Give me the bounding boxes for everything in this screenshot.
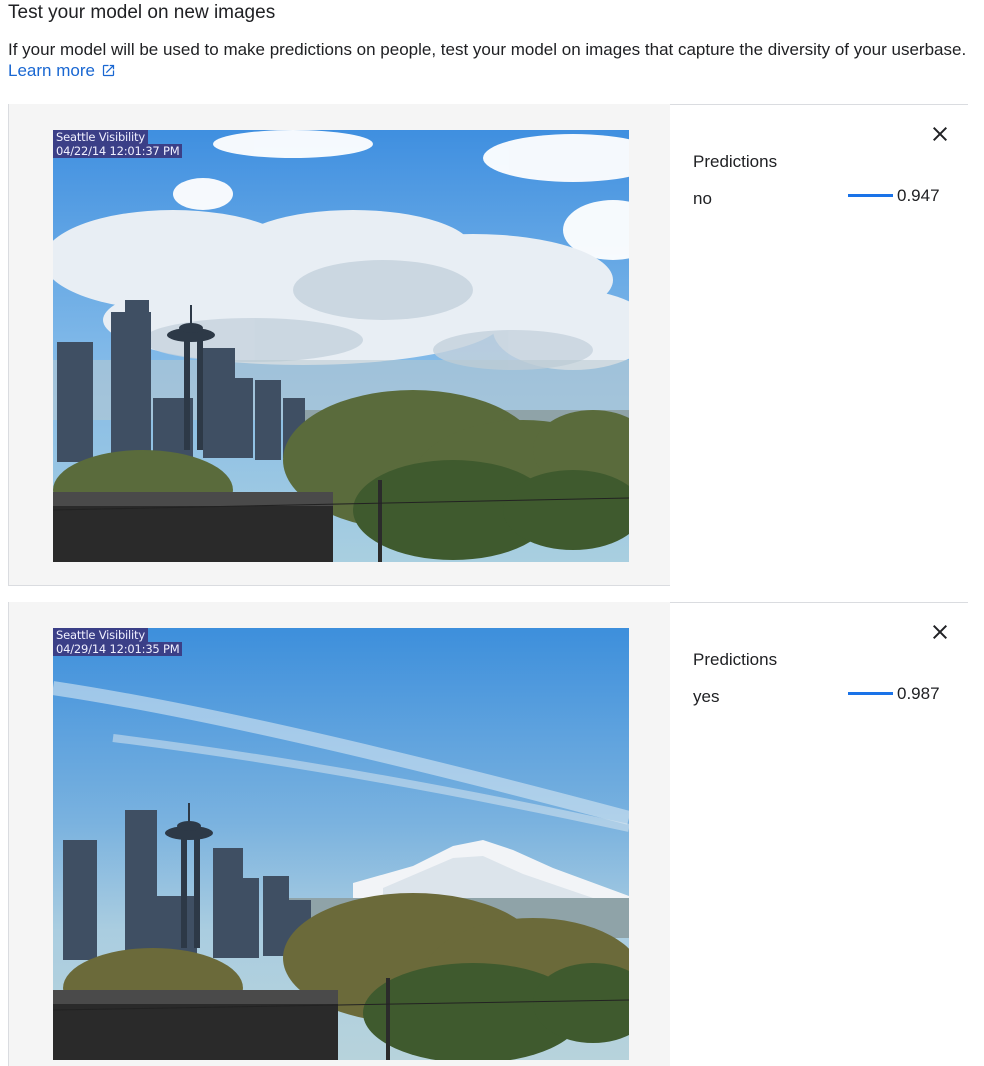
skyline-photo: [53, 130, 629, 562]
prediction-score: 0.987: [897, 684, 940, 703]
image-panel: Seattle Visibility 04/22/14 12:01:37 PM: [8, 104, 670, 586]
image-timestamp: Seattle Visibility 04/29/14 12:01:35 PM: [53, 628, 183, 656]
predictions-heading: Predictions: [693, 152, 778, 171]
section-description: If your model will be used to make predi…: [8, 39, 978, 81]
prediction-score-bar: [848, 692, 893, 695]
prediction-score-bar: [848, 194, 893, 197]
prediction-result-card: Seattle Visibility 04/29/14 12:01:35 PM …: [8, 602, 968, 1066]
image-timestamp: Seattle Visibility 04/22/14 12:01:37 PM: [53, 130, 183, 158]
prediction-score: 0.947: [897, 186, 940, 205]
prediction-result-card: Seattle Visibility 04/22/14 12:01:37 PM …: [8, 104, 968, 586]
timestamp-title: Seattle Visibility: [53, 628, 148, 642]
close-icon[interactable]: [928, 620, 952, 644]
skyline-photo: [53, 628, 629, 1060]
learn-more-label: Learn more: [8, 61, 95, 80]
close-icon[interactable]: [928, 122, 952, 146]
open-in-new-icon: [102, 64, 115, 77]
learn-more-link[interactable]: Learn more: [8, 61, 116, 80]
test-image: Seattle Visibility 04/22/14 12:01:37 PM: [53, 130, 629, 562]
prediction-label: no: [693, 189, 712, 208]
timestamp-date: 04/22/14 12:01:37 PM: [53, 144, 183, 158]
prediction-label: yes: [693, 687, 720, 706]
predictions-heading: Predictions: [693, 650, 778, 669]
test-image: Seattle Visibility 04/29/14 12:01:35 PM: [53, 628, 629, 1060]
timestamp-title: Seattle Visibility: [53, 130, 148, 144]
section-title: Test your model on new images: [8, 2, 276, 23]
description-text: If your model will be used to make predi…: [8, 40, 967, 59]
image-panel: Seattle Visibility 04/29/14 12:01:35 PM: [8, 602, 670, 1066]
timestamp-date: 04/29/14 12:01:35 PM: [53, 642, 183, 656]
